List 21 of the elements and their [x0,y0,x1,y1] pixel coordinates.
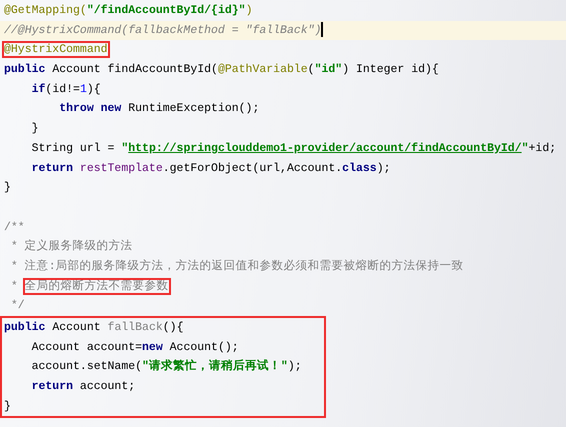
code-text: * [10,280,19,293]
text-cursor [321,22,324,38]
code-line: String url = "http://springclouddemo1-provider/account/findAccountById/"+id; [30,140,558,157]
code-line: account.setName("请求繁忙，请稍后再试！"); [30,358,303,376]
code-line: Account account=new Account(); [30,340,240,356]
comment-line: /** [3,220,26,236]
comment-line: * 定义服务降级的方法 [10,238,134,256]
code-line: return restTemplate.getForObject(url,Account.class); [30,160,392,176]
code-line: } [30,121,40,138]
code-line: } [3,398,12,415]
comment-line: * 注意:局部的服务降级方法，方法的返回值和参数必须和需要被熔断的方法保持一致 [10,258,465,275]
code-line: } [3,180,12,196]
highlighted-code: @HystrixCommand [4,43,108,56]
code-line: if(id!=1){ [30,82,102,98]
code-line: @GetMapping("/findAccountById/{id}") [3,3,254,19]
comment-line: */ [10,298,26,314]
code-line: throw new RuntimeException(); [58,101,260,118]
code-line: public Account fallBack(){ [3,320,184,336]
code-line: public Account findAccountById(@PathVariable("id") Integer id){ [3,62,440,78]
highlighted-code: 全局的熔断方法不需要参数 [24,280,169,293]
code-line: return account; [30,379,136,396]
